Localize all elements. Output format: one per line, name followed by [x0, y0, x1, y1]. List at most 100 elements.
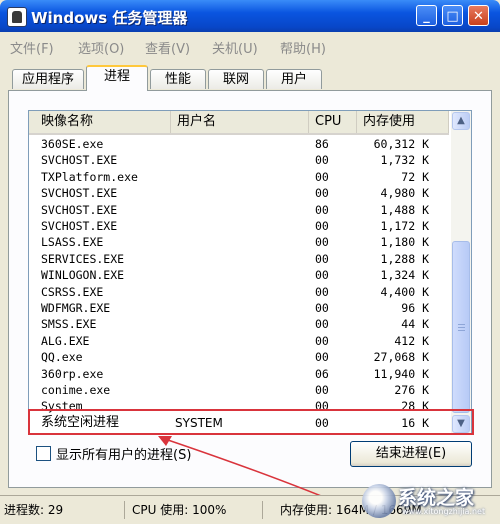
tab-applications[interactable]: 应用程序 — [12, 69, 84, 89]
table-row[interactable]: SVCHOST.EXE 00 1,732 K — [29, 152, 449, 168]
tab-performance[interactable]: 性能 — [150, 69, 206, 89]
site-watermark: 系统之家 www.xitongzhijia.net — [362, 480, 498, 522]
table-row[interactable]: WDFMGR.EXE 00 96 K — [29, 300, 449, 316]
process-cpu: 00 — [315, 333, 329, 348]
process-memory: 1,732 K — [380, 153, 429, 168]
process-name: WINLOGON.EXE — [41, 268, 125, 283]
process-cpu: 00 — [315, 235, 329, 250]
table-row[interactable]: CSRSS.EXE 00 4,400 K — [29, 284, 449, 300]
process-name: 360rp.exe — [41, 366, 104, 381]
process-name: SERVICES.EXE — [41, 251, 125, 266]
process-memory: 412 K — [394, 333, 429, 348]
process-cpu: 00 — [315, 186, 329, 201]
table-row[interactable]: QQ.exe 00 27,068 K — [29, 349, 449, 365]
process-name: LSASS.EXE — [41, 235, 104, 250]
process-name: SMSS.EXE — [41, 317, 97, 332]
process-name: TXPlatform.exe — [41, 169, 138, 184]
process-name: ALG.EXE — [41, 333, 90, 348]
process-name: 360SE.exe — [41, 137, 104, 151]
process-memory: 1,288 K — [380, 251, 429, 266]
table-row[interactable]: LSASS.EXE 00 1,180 K — [29, 234, 449, 250]
process-memory: 1,488 K — [380, 202, 429, 217]
process-cpu: 00 — [315, 268, 329, 283]
process-memory: 1,324 K — [380, 268, 429, 283]
process-cpu: 86 — [315, 137, 329, 151]
process-name: CSRSS.EXE — [41, 284, 104, 299]
menu-view[interactable]: 查看(V) — [145, 38, 190, 57]
process-name: SVCHOST.EXE — [41, 186, 118, 201]
table-row[interactable]: SVCHOST.EXE 00 4,980 K — [29, 185, 449, 201]
process-cpu: 00 — [315, 317, 329, 332]
column-image-name[interactable]: 映像名称 — [29, 111, 171, 133]
process-name: QQ.exe — [41, 350, 83, 365]
table-row[interactable]: SVCHOST.EXE 00 1,488 K — [29, 202, 449, 218]
process-memory: 96 K — [401, 301, 429, 315]
maximize-button[interactable]: □ — [442, 5, 463, 26]
show-all-users-label: 显示所有用户的进程(S) — [56, 448, 192, 463]
tab-networking[interactable]: 联网 — [208, 69, 264, 89]
process-name: SVCHOST.EXE — [41, 202, 118, 217]
menu-shutdown[interactable]: 关机(U) — [212, 38, 258, 57]
process-cpu: 06 — [315, 366, 329, 381]
process-memory: 60,312 K — [373, 137, 429, 151]
process-memory: 44 K — [401, 317, 429, 332]
watermark-logo-icon — [362, 484, 396, 518]
status-cpu-usage: CPU 使用: 100% — [128, 501, 263, 519]
column-user-name[interactable]: 用户名 — [171, 111, 309, 133]
close-button[interactable]: ✕ — [468, 5, 489, 26]
column-memory[interactable]: 内存使用 — [357, 111, 449, 133]
menu-help[interactable]: 帮助(H) — [280, 38, 326, 57]
process-memory: 72 K — [401, 169, 429, 184]
minimize-button[interactable]: _ — [416, 5, 437, 26]
process-memory: 4,980 K — [380, 186, 429, 201]
process-cpu: 00 — [315, 383, 329, 397]
process-name: SVCHOST.EXE — [41, 153, 118, 168]
watermark-url: www.xitongzhijia.net — [402, 507, 486, 516]
process-cpu: 00 — [315, 284, 329, 299]
table-row[interactable]: 360rp.exe 06 11,940 K — [29, 366, 449, 382]
scroll-thumb[interactable] — [452, 241, 470, 413]
window-title: Windows 任务管理器 — [31, 9, 188, 27]
show-all-users-option[interactable]: 显示所有用户的进程(S) — [36, 444, 191, 463]
menu-options[interactable]: 选项(O) — [78, 38, 124, 57]
end-process-button[interactable]: 结束进程(E) — [350, 441, 472, 467]
table-row[interactable]: 360SE.exe 86 60,312 K — [29, 136, 449, 152]
process-memory: 1,172 K — [380, 219, 429, 233]
column-cpu[interactable]: CPU — [309, 111, 357, 133]
process-memory: 4,400 K — [380, 284, 429, 299]
process-cpu: 00 — [315, 153, 329, 168]
process-list[interactable]: 映像名称 用户名 CPU 内存使用 360SE.exe 86 60,312 K SVC… — [28, 110, 472, 435]
tab-processes[interactable]: 进程 — [86, 65, 148, 91]
task-manager-icon — [7, 7, 27, 27]
table-row[interactable]: SMSS.EXE 00 44 K — [29, 316, 449, 332]
table-row[interactable]: TXPlatform.exe 00 72 K — [29, 169, 449, 185]
table-row[interactable]: SVCHOST.EXE 00 1,172 K — [29, 218, 449, 234]
annotation-highlight-box — [28, 409, 474, 435]
list-header: 映像名称 用户名 CPU 内存使用 — [29, 111, 449, 135]
vertical-scrollbar[interactable]: ▲ ▼ — [451, 111, 471, 434]
process-memory: 276 K — [394, 383, 429, 397]
table-row[interactable]: WINLOGON.EXE 00 1,324 K — [29, 267, 449, 283]
table-row[interactable]: SERVICES.EXE 00 1,288 K — [29, 251, 449, 267]
table-row[interactable]: ALG.EXE 00 412 K — [29, 333, 449, 349]
menu-file[interactable]: 文件(F) — [10, 38, 54, 57]
status-process-count: 进程数: 29 — [4, 501, 125, 519]
menu-bar: 文件(F) 选项(O) 查看(V) 关机(U) 帮助(H) — [0, 33, 500, 57]
process-name: WDFMGR.EXE — [41, 301, 111, 315]
process-name: conime.exe — [41, 383, 111, 397]
watermark-text: 系统之家 — [398, 487, 475, 509]
table-row[interactable]: conime.exe 00 276 K — [29, 382, 449, 398]
scroll-up-icon[interactable]: ▲ — [452, 112, 470, 130]
process-name: SVCHOST.EXE — [41, 219, 118, 233]
process-cpu: 00 — [315, 169, 329, 184]
process-memory: 1,180 K — [380, 235, 429, 250]
process-cpu: 00 — [315, 219, 329, 233]
tab-users[interactable]: 用户 — [266, 69, 322, 89]
process-cpu: 00 — [315, 251, 329, 266]
title-bar: Windows 任务管理器 _ □ ✕ — [0, 0, 500, 32]
process-memory: 11,940 K — [373, 366, 429, 381]
process-memory: 27,068 K — [373, 350, 429, 365]
show-all-users-checkbox[interactable] — [36, 446, 51, 461]
process-cpu: 00 — [315, 202, 329, 217]
process-cpu: 00 — [315, 301, 329, 315]
